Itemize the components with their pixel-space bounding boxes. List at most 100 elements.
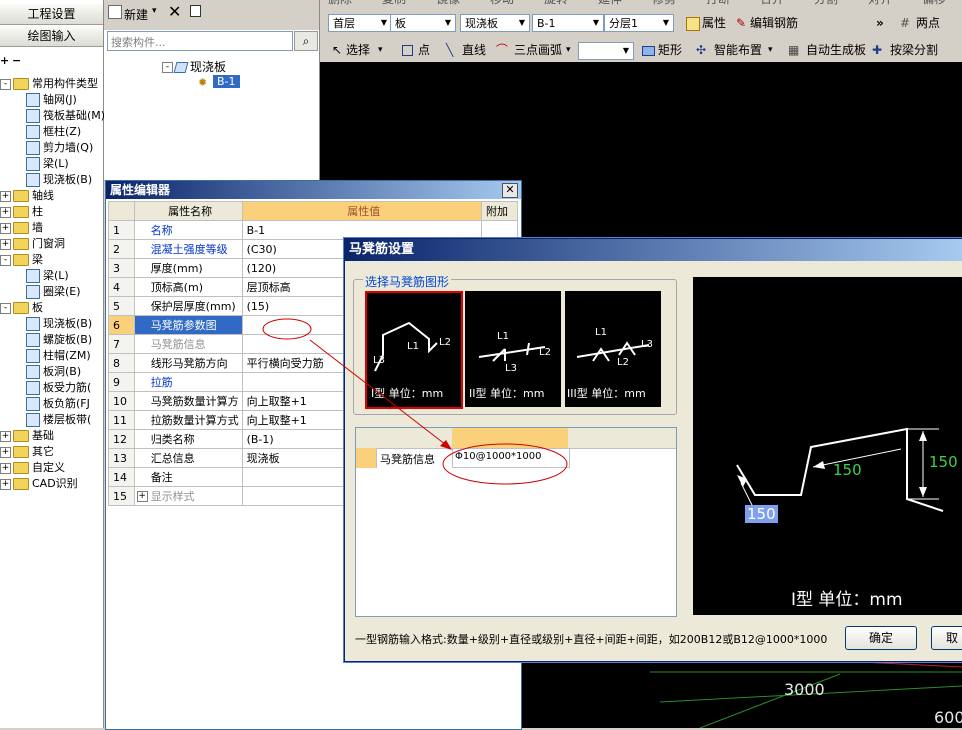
tree-item[interactable]: + 轴线 — [0, 188, 54, 204]
new-component-button[interactable]: 新建 — [124, 6, 148, 23]
expand-icon[interactable]: + — [0, 238, 11, 250]
tree-item-label: 楼层板带( — [43, 413, 92, 426]
expand-icon[interactable]: + — [0, 430, 11, 442]
tree-item[interactable]: 柱帽(ZM) — [26, 348, 91, 364]
properties-button[interactable]: 属性 — [702, 14, 726, 32]
preview-diagram — [736, 427, 944, 512]
collapse-icon[interactable]: - — [0, 78, 11, 90]
edit-tool-button[interactable]: 分割 — [814, 0, 838, 8]
tree-item[interactable]: + 柱 — [0, 204, 43, 220]
arc-options-select[interactable]: ▼ — [578, 42, 634, 60]
copy-icon[interactable] — [190, 5, 201, 17]
two-point-button[interactable]: 两点 — [916, 14, 940, 32]
tree-item[interactable]: 圈梁(E) — [26, 284, 81, 300]
shape-type-3-option[interactable]: L1 L2 L3 III型 单位：mm — [565, 291, 661, 407]
tree-item[interactable]: 现浇板(B) — [26, 172, 92, 188]
shape-type-2-option[interactable]: L1 L2 L3 II型 单位：mm — [465, 291, 561, 407]
tree-item[interactable]: 梁(L) — [26, 156, 69, 172]
project-settings-button[interactable]: 工程设置 — [0, 4, 103, 25]
tree-item[interactable]: 现浇板(B) — [26, 316, 92, 332]
shape-label-l3: L3 — [373, 355, 385, 366]
tree-item[interactable]: + CAD识别 — [0, 476, 78, 492]
edit-tool-button[interactable]: 旋转 — [544, 0, 568, 8]
tree-item[interactable]: + 门窗洞 — [0, 236, 65, 252]
tree-item[interactable]: 板洞(B) — [26, 364, 81, 380]
tree-item[interactable]: 梁(L) — [26, 268, 69, 284]
chevron-down-icon[interactable]: ▾ — [768, 41, 773, 59]
raft-icon — [26, 109, 40, 123]
search-button[interactable]: ⌕ — [294, 31, 318, 51]
line-button[interactable]: 直线 — [462, 41, 486, 59]
tree-item[interactable]: + 自定义 — [0, 460, 65, 476]
search-input[interactable]: 搜索构件... — [107, 31, 293, 51]
navigation-pane: 工程设置 绘图输入 + − - 常用构件类型 轴网(J) 筏板基础(M) 框柱(Z) 剪力… — [0, 0, 105, 728]
drawing-input-button[interactable]: 绘图输入 — [0, 26, 103, 47]
highlight-ellipse — [262, 318, 312, 340]
edit-tool-button[interactable]: 复制 — [382, 0, 406, 8]
expand-icon[interactable]: + — [0, 206, 11, 218]
dialog-titlebar: 马凳筋设置 — [345, 239, 962, 261]
edit-tool-button[interactable]: 对齐 — [868, 0, 892, 8]
point-button[interactable]: 点 — [418, 41, 430, 59]
collapse-icon[interactable]: - — [0, 254, 11, 266]
tree-item[interactable]: 板负筋(FJ — [26, 396, 90, 412]
ok-button[interactable]: 确定 — [845, 626, 917, 650]
more-tools-icon[interactable]: » — [876, 14, 884, 32]
split-by-beam-button[interactable]: 按梁分割 — [890, 41, 938, 59]
tree-item[interactable]: 剪力墙(Q) — [26, 140, 93, 156]
layer-select[interactable]: 分层1 ▼ — [604, 14, 674, 32]
edit-tool-button[interactable]: 移动 — [490, 0, 514, 8]
edit-tool-button[interactable]: 修剪 — [652, 0, 676, 8]
tree-item[interactable]: 框柱(Z) — [26, 124, 81, 140]
tree-item[interactable]: -梁 — [0, 252, 43, 268]
collapse-all-icon[interactable]: − — [12, 54, 21, 67]
expand-icon[interactable]: + — [0, 462, 11, 474]
floor-select[interactable]: 首层 ▼ — [328, 14, 392, 32]
delete-icon[interactable]: ✕ — [168, 2, 181, 21]
tree-item[interactable]: -板 — [0, 300, 43, 316]
component-tree-root[interactable]: - 现浇板 — [162, 58, 226, 75]
edit-tool-button[interactable]: 删除 — [328, 0, 352, 8]
chevron-down-icon[interactable]: ▾ — [566, 41, 571, 59]
cancel-button[interactable]: 取 — [931, 626, 962, 650]
edit-tool-button[interactable]: 合并 — [760, 0, 784, 8]
tree-item[interactable]: + 基础 — [0, 428, 54, 444]
edit-rebar-button[interactable]: 编辑钢筋 — [750, 14, 798, 32]
edit-tool-button[interactable]: 镜像 — [436, 0, 460, 8]
chevron-down-icon[interactable]: ▾ — [378, 41, 383, 59]
tree-item[interactable]: + 其它 — [0, 444, 54, 460]
chevron-down-icon: ▼ — [622, 46, 630, 55]
shape-type-1-option[interactable]: L1 L2 L3 I型 单位：mm — [365, 291, 463, 409]
edit-tool-button[interactable]: 偏移 — [922, 0, 946, 8]
dimension-l3-label[interactable]: 150 — [745, 505, 778, 523]
smart-layout-button[interactable]: 智能布置 — [714, 41, 762, 59]
collapse-toggle-icon[interactable]: - — [162, 62, 173, 73]
type-select[interactable]: 现浇板 ▼ — [460, 14, 530, 32]
component-name-select[interactable]: B-1 ▼ — [532, 14, 604, 32]
expand-icon[interactable]: + — [0, 222, 11, 234]
collapse-icon[interactable]: - — [0, 302, 11, 314]
tree-item[interactable]: 筏板基础(M) — [26, 108, 105, 124]
tree-item[interactable]: 螺旋板(B) — [26, 332, 92, 348]
rectangle-button[interactable]: 矩形 — [658, 41, 682, 59]
expand-icon[interactable]: + — [0, 478, 11, 490]
category-select[interactable]: 板 ▼ — [390, 14, 456, 32]
edit-tool-button[interactable]: 打断 — [706, 0, 730, 8]
tree-item[interactable]: - 常用构件类型 — [0, 76, 98, 92]
tree-item[interactable]: 轴网(J) — [26, 92, 77, 108]
cursor-icon: ↖ — [332, 43, 343, 57]
expand-icon[interactable]: + — [0, 190, 11, 202]
tree-item[interactable]: + 墙 — [0, 220, 43, 236]
select-button[interactable]: 选择 — [346, 41, 370, 59]
stool-info-input[interactable]: Φ10@1000*1000 — [452, 448, 570, 468]
expand-all-icon[interactable]: + — [0, 54, 9, 67]
edit-tool-button[interactable]: 延伸 — [598, 0, 622, 8]
tree-item[interactable]: 楼层板带( — [26, 412, 91, 428]
component-tree-item[interactable]: ✹ B-1 — [198, 74, 240, 89]
chevron-down-icon: ▼ — [592, 18, 600, 27]
new-dropdown-arrow-icon[interactable]: ▾ — [152, 6, 157, 16]
auto-generate-slab-button[interactable]: 自动生成板 — [806, 41, 866, 59]
expand-icon[interactable]: + — [0, 446, 11, 458]
tree-item[interactable]: 板受力筋( — [26, 380, 91, 396]
three-point-arc-button[interactable]: 三点画弧 — [514, 41, 562, 59]
